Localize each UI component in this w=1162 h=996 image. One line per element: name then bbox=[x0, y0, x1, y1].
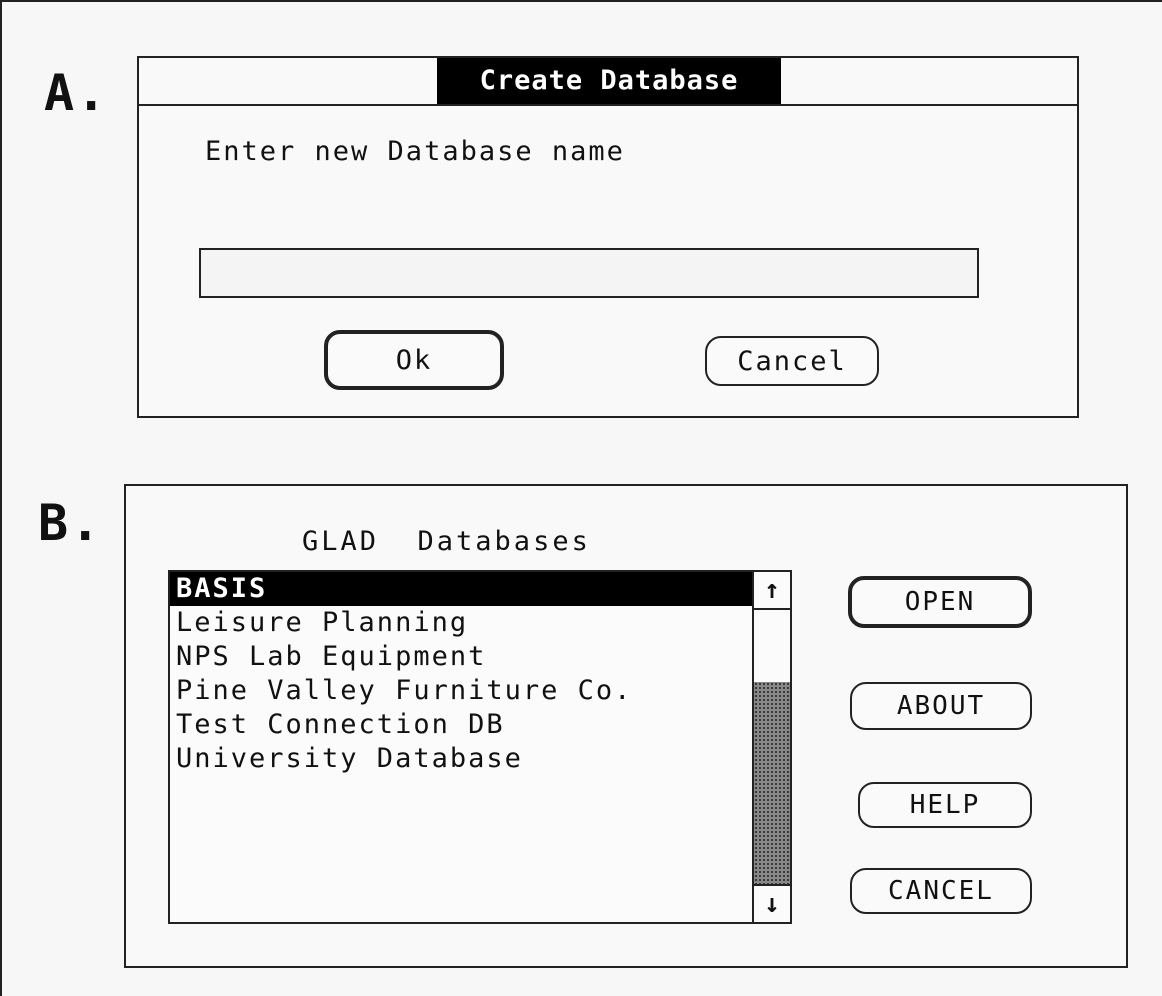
list-item[interactable]: NPS Lab Equipment bbox=[170, 640, 754, 674]
list-item[interactable]: Pine Valley Furniture Co. bbox=[170, 674, 754, 708]
scrollbar-thumb[interactable] bbox=[754, 682, 790, 884]
about-button[interactable]: ABOUT bbox=[850, 682, 1032, 730]
list-item[interactable]: BASIS bbox=[170, 572, 754, 606]
scrollbar-track[interactable] bbox=[754, 610, 790, 884]
cancel-list-button[interactable]: CANCEL bbox=[850, 868, 1032, 914]
list-scrollbar[interactable]: ↑ ↓ bbox=[752, 572, 790, 922]
help-button[interactable]: HELP bbox=[858, 782, 1032, 828]
databases-listbox[interactable]: BASIS Leisure Planning NPS Lab Equipment Pi… bbox=[168, 570, 792, 924]
list-item[interactable]: University Database bbox=[170, 742, 754, 776]
create-database-dialog: Create Database Enter new Database name … bbox=[137, 56, 1079, 418]
arrow-up-icon[interactable]: ↑ bbox=[754, 572, 790, 610]
panel-a-label: A. bbox=[44, 64, 109, 122]
databases-list: BASIS Leisure Planning NPS Lab Equipment Pi… bbox=[170, 572, 754, 776]
databases-list-title: GLAD Databases bbox=[302, 526, 591, 557]
database-name-prompt: Enter new Database name bbox=[205, 136, 625, 167]
ok-button[interactable]: Ok bbox=[324, 330, 504, 390]
cancel-button[interactable]: Cancel bbox=[705, 336, 879, 386]
list-item[interactable]: Test Connection DB bbox=[170, 708, 754, 742]
list-item[interactable]: Leisure Planning bbox=[170, 606, 754, 640]
dialog-title: Create Database bbox=[437, 58, 781, 104]
arrow-down-icon[interactable]: ↓ bbox=[754, 884, 790, 922]
dialog-titlebar: Create Database bbox=[139, 58, 1077, 106]
glad-databases-dialog: GLAD Databases BASIS Leisure Planning NPS … bbox=[124, 484, 1128, 968]
database-name-input[interactable] bbox=[199, 248, 979, 298]
panel-b-label: B. bbox=[38, 494, 103, 552]
open-button[interactable]: OPEN bbox=[848, 576, 1032, 628]
screenshot-page: A. Create Database Enter new Database na… bbox=[0, 0, 1162, 996]
